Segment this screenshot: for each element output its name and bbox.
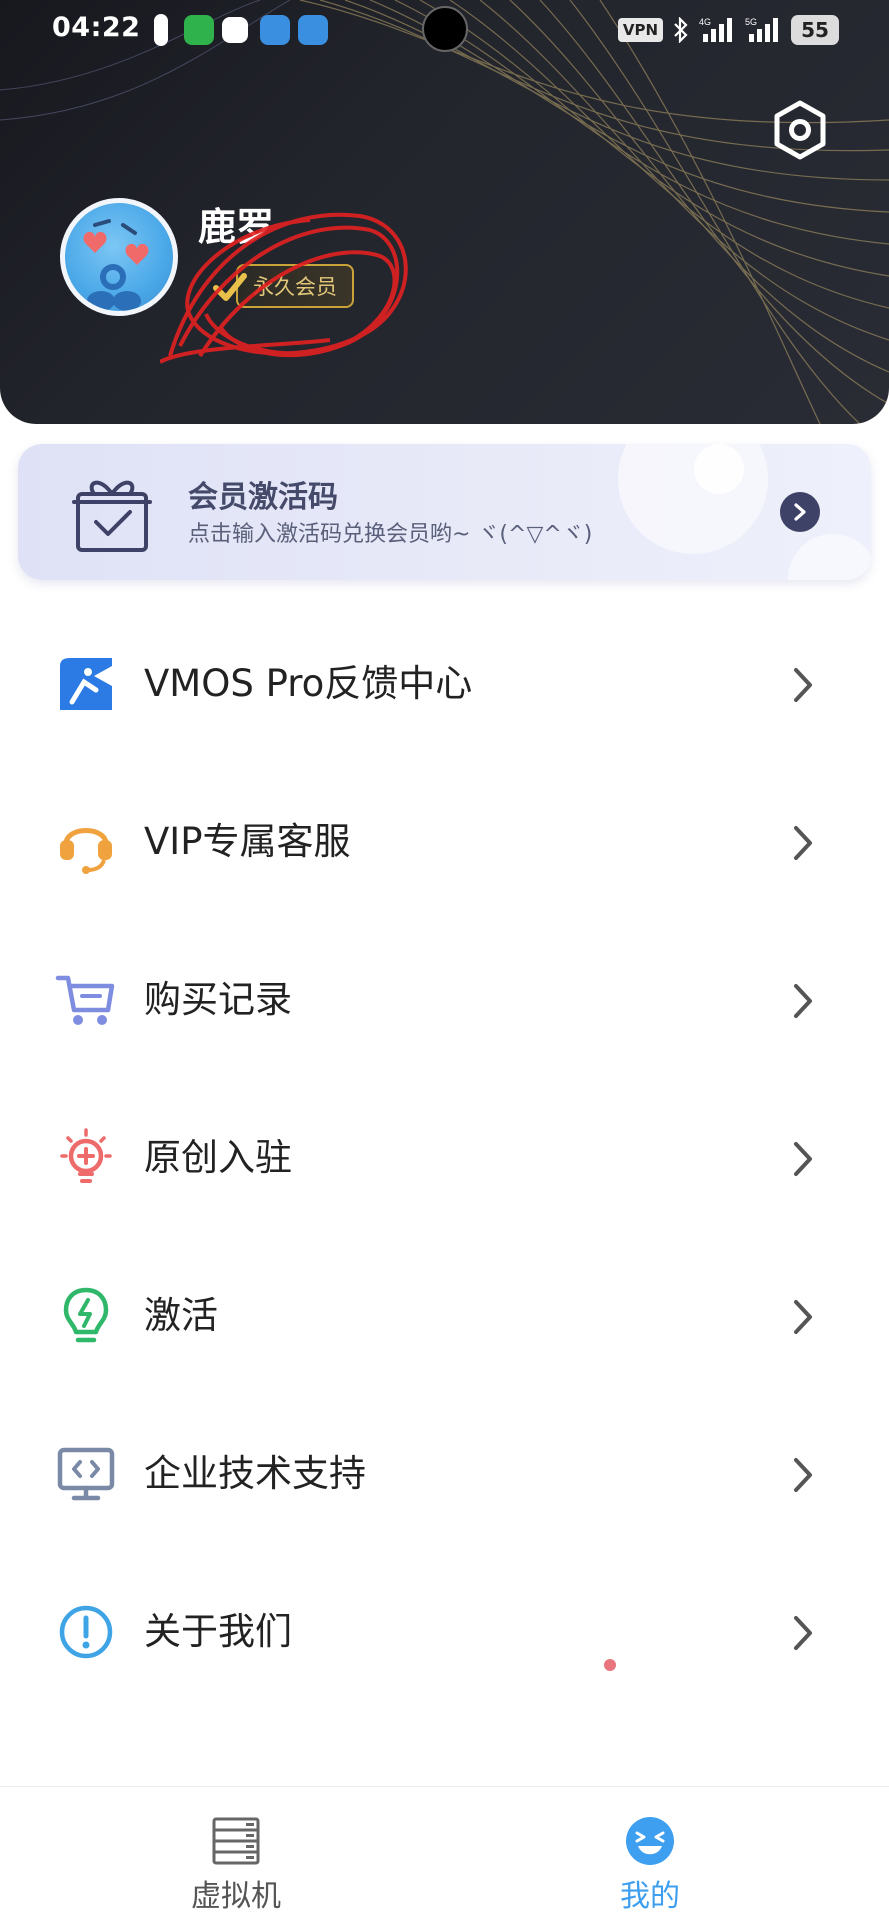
menu-label-purchase-history: 购买记录 xyxy=(144,978,292,1021)
card-bubble-decoration-2 xyxy=(694,444,744,494)
bulb-bolt-icon xyxy=(63,1287,109,1343)
menu-label-original-join: 原创入驻 xyxy=(144,1136,292,1179)
activation-subtitle: 点击输入激活码兑换会员哟~ ヾ(^▽^ヾ) xyxy=(188,522,593,547)
lightbulb-plus-icon xyxy=(60,1128,112,1183)
menu-item-enterprise-support[interactable]: 企业技术支持 xyxy=(0,1396,889,1554)
svg-text:4G: 4G xyxy=(699,17,711,27)
feedback-icon xyxy=(60,658,112,710)
menu-label-about-us: 关于我们 xyxy=(144,1610,292,1653)
chevron-right-icon xyxy=(794,1300,812,1334)
headset-icon xyxy=(60,828,112,874)
signal-4g-icon: 4G xyxy=(699,17,732,42)
server-icon xyxy=(212,1817,260,1865)
smile-face-icon xyxy=(626,1817,674,1865)
info-icon xyxy=(59,1605,113,1659)
menu-label-feedback: VMOS Pro反馈中心 xyxy=(144,662,473,705)
tab-virtual-machine[interactable]: 虚拟机 xyxy=(86,1787,386,1921)
chevron-right-icon xyxy=(794,1458,812,1492)
vpn-icon: VPN xyxy=(617,18,663,42)
username: 鹿罗 xyxy=(198,205,275,249)
menu-label-vip-service: VIP专属客服 xyxy=(144,820,351,863)
activation-code-card[interactable]: 会员激活码 点击输入激活码兑换会员哟~ ヾ(^▽^ヾ) xyxy=(18,444,871,580)
chevron-right-icon xyxy=(794,1142,812,1176)
activation-title: 会员激活码 xyxy=(188,480,338,515)
chevron-right-icon xyxy=(794,826,812,860)
paw-app-icon xyxy=(222,17,248,43)
shield-app-icon xyxy=(184,15,214,45)
chevron-right-icon xyxy=(794,984,812,1018)
membership-badge: 永久会员 xyxy=(236,264,354,308)
menu-item-vip-service[interactable]: VIP专属客服 xyxy=(0,764,889,922)
status-pill-icon xyxy=(154,14,168,46)
menu-item-activate[interactable]: 激活 xyxy=(0,1238,889,1396)
chevron-right-icon xyxy=(794,503,806,521)
bluetooth-icon xyxy=(674,17,688,43)
membership-label: 永久会员 xyxy=(253,275,337,299)
menu-item-feedback[interactable]: VMOS Pro反馈中心 xyxy=(0,606,889,764)
bottom-navigation: 虚拟机 我的 xyxy=(0,1786,889,1920)
flashlight-icon xyxy=(422,6,468,52)
status-time: 04:22 xyxy=(52,12,141,43)
menu-item-original-join[interactable]: 原创入驻 xyxy=(0,1080,889,1238)
menu-label-activate: 激活 xyxy=(144,1294,218,1337)
svg-text:5G: 5G xyxy=(745,17,757,27)
signal-5g-icon: 5G xyxy=(745,17,778,42)
avatar-emoji-icon xyxy=(83,219,149,311)
monitor-code-icon xyxy=(57,1447,115,1501)
tab-mine[interactable]: 我的 xyxy=(500,1787,800,1921)
menu-item-purchase-history[interactable]: 购买记录 xyxy=(0,922,889,1080)
settings-gear-icon[interactable] xyxy=(768,98,832,162)
avatar[interactable] xyxy=(60,198,178,316)
card-bubble-decoration xyxy=(618,444,768,554)
gift-icon xyxy=(72,480,152,552)
cloud-app-icon-2 xyxy=(298,15,328,45)
battery-icon: 55 xyxy=(791,15,839,45)
menu-label-enterprise-support: 企业技术支持 xyxy=(144,1452,366,1495)
card-bubble-decoration-3 xyxy=(788,534,871,580)
status-bar: 04:22 VPN 4G 5G 55 xyxy=(0,0,889,62)
vip-check-icon xyxy=(213,273,247,301)
notification-dot xyxy=(604,1659,616,1671)
cloud-app-icon xyxy=(260,15,290,45)
activation-arrow-button[interactable] xyxy=(780,492,820,532)
cart-icon xyxy=(55,975,115,1025)
tab-label-mine: 我的 xyxy=(620,1879,680,1914)
profile-header: 04:22 VPN 4G 5G 55 鹿罗 永久会员 xyxy=(0,0,889,424)
chevron-right-icon xyxy=(794,668,812,702)
menu-item-about-us[interactable]: 关于我们 xyxy=(0,1554,889,1712)
chevron-right-icon xyxy=(794,1616,812,1650)
tab-label-virtual-machine: 虚拟机 xyxy=(191,1879,281,1914)
